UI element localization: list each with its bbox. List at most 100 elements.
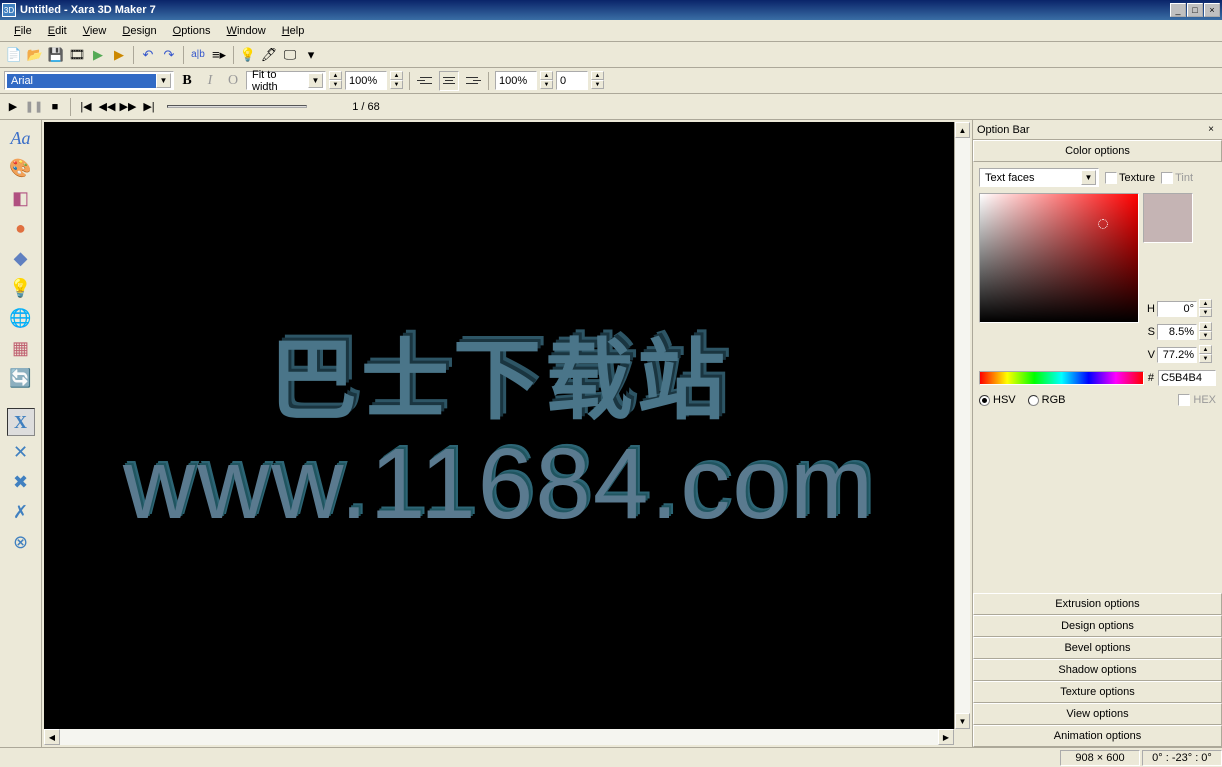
minimize-button[interactable]: _ — [1170, 3, 1186, 17]
menu-view[interactable]: View — [75, 23, 115, 39]
pause-button[interactable]: ❚❚ — [25, 98, 43, 116]
wand-button[interactable]: 🖊 — [259, 45, 279, 65]
zoom1-spinner[interactable]: ▲▼ — [390, 71, 403, 90]
export2-button[interactable]: ▶ — [109, 45, 129, 65]
section-design-options[interactable]: Design options — [973, 615, 1222, 637]
scroll-right-button[interactable]: ▶ — [938, 729, 954, 745]
bulb-button[interactable]: 💡 — [238, 45, 258, 65]
tool-rotate[interactable]: 🔄 — [7, 364, 35, 392]
menu-file[interactable]: File — [6, 23, 40, 39]
chevron-down-icon[interactable]: ▼ — [156, 73, 171, 88]
tool-cube[interactable]: ◧ — [7, 184, 35, 212]
scroll-track[interactable] — [955, 138, 970, 713]
h-spinner[interactable]: ▲▼ — [1199, 299, 1212, 318]
color-gradient-picker[interactable] — [979, 193, 1139, 323]
tool-x5[interactable]: ⊗ — [7, 528, 35, 556]
hue-slider[interactable] — [979, 371, 1144, 385]
dropdown-button[interactable]: ▾ — [301, 45, 321, 65]
separator — [409, 72, 410, 90]
align-left-button[interactable] — [416, 71, 436, 91]
menu-help[interactable]: Help — [274, 23, 313, 39]
close-button[interactable]: × — [1204, 3, 1220, 17]
s-input[interactable]: 8.5% — [1157, 324, 1197, 340]
last-frame-button[interactable]: ▶| — [140, 98, 158, 116]
tool-x2[interactable]: ✕ — [7, 438, 35, 466]
outline-button[interactable]: O — [223, 71, 243, 91]
section-bevel-options[interactable]: Bevel options — [973, 637, 1222, 659]
stop-button[interactable]: ■ — [46, 98, 64, 116]
v-input[interactable]: 77.2% — [1157, 347, 1197, 363]
tool-text[interactable]: Aa — [7, 124, 35, 152]
section-view-options[interactable]: View options — [973, 703, 1222, 725]
num1-spinner[interactable]: ▲▼ — [591, 71, 604, 90]
text-button[interactable]: a|b — [188, 45, 208, 65]
section-extrusion-options[interactable]: Extrusion options — [973, 593, 1222, 615]
tint-checkbox[interactable]: Tint — [1161, 172, 1193, 184]
tool-light[interactable]: 💡 — [7, 274, 35, 302]
chevron-down-icon[interactable]: ▼ — [1081, 170, 1096, 185]
v-spinner[interactable]: ▲▼ — [1199, 345, 1212, 364]
canvas[interactable]: 巴士下载站 www.11684.com — [44, 122, 954, 729]
fit-combo[interactable]: Fit to width ▼ — [246, 71, 326, 90]
menu-design[interactable]: Design — [114, 23, 164, 39]
panel-close-button[interactable]: × — [1204, 123, 1218, 137]
menu-window[interactable]: Window — [219, 23, 274, 39]
align-center-button[interactable] — [439, 71, 459, 91]
scroll-track[interactable] — [60, 729, 938, 745]
tool-x3[interactable]: ✖ — [7, 468, 35, 496]
export-button[interactable]: ▶ — [88, 45, 108, 65]
align-right-button[interactable] — [462, 71, 482, 91]
play-button[interactable]: ▶ — [4, 98, 22, 116]
tool-palette[interactable]: 🎨 — [7, 154, 35, 182]
list-icon: ≡▸ — [212, 47, 226, 63]
bold-button[interactable]: B — [177, 71, 197, 91]
timeline-slider[interactable] — [167, 97, 307, 117]
italic-button[interactable]: I — [200, 71, 220, 91]
tool-diamond[interactable]: ◆ — [7, 244, 35, 272]
horizontal-scrollbar[interactable]: ◀ ▶ — [44, 729, 970, 745]
fit-spinner[interactable]: ▲▼ — [329, 71, 342, 90]
tool-sphere[interactable]: ● — [7, 214, 35, 242]
vertical-scrollbar[interactable]: ▲ ▼ — [954, 122, 970, 729]
mode-rgb-radio[interactable]: RGB — [1028, 394, 1066, 406]
tool-x-axis[interactable]: X — [7, 408, 35, 436]
undo-button[interactable]: ↶ — [138, 45, 158, 65]
section-shadow-options[interactable]: Shadow options — [973, 659, 1222, 681]
menu-options[interactable]: Options — [165, 23, 219, 39]
mode-hex-checkbox[interactable]: HEX — [1178, 394, 1216, 406]
chevron-down-icon[interactable]: ▼ — [308, 73, 323, 88]
mode-hsv-radio[interactable]: HSV — [979, 394, 1016, 406]
texture-checkbox[interactable]: Texture — [1105, 172, 1155, 184]
scroll-down-button[interactable]: ▼ — [955, 713, 970, 729]
first-frame-button[interactable]: |◀ — [77, 98, 95, 116]
zoom2-input[interactable]: 100% — [495, 71, 537, 90]
redo-button[interactable]: ↷ — [159, 45, 179, 65]
color-target-combo[interactable]: Text faces ▼ — [979, 168, 1099, 187]
new-button[interactable]: 📄 — [4, 45, 24, 65]
hex-input[interactable]: C5B4B4 — [1158, 370, 1216, 386]
hex-hash-label: # — [1148, 372, 1154, 384]
next-frame-button[interactable]: ▶▶ — [119, 98, 137, 116]
screen-button[interactable]: 🖵 — [280, 45, 300, 65]
movie-button[interactable]: 🎞 — [67, 45, 87, 65]
props-button[interactable]: ≡▸ — [209, 45, 229, 65]
scroll-left-button[interactable]: ◀ — [44, 729, 60, 745]
tool-layers[interactable]: ▦ — [7, 334, 35, 362]
zoom2-spinner[interactable]: ▲▼ — [540, 71, 553, 90]
open-button[interactable]: 📂 — [25, 45, 45, 65]
num1-input[interactable]: 0 — [556, 71, 588, 90]
section-animation-options[interactable]: Animation options — [973, 725, 1222, 747]
section-color-options[interactable]: Color options — [973, 140, 1222, 162]
tool-globe[interactable]: 🌐 — [7, 304, 35, 332]
h-input[interactable]: 0° — [1157, 301, 1197, 317]
maximize-button[interactable]: □ — [1187, 3, 1203, 17]
s-spinner[interactable]: ▲▼ — [1199, 322, 1212, 341]
menu-edit[interactable]: Edit — [40, 23, 75, 39]
section-texture-options[interactable]: Texture options — [973, 681, 1222, 703]
zoom1-input[interactable]: 100% — [345, 71, 387, 90]
font-combo[interactable]: Arial ▼ — [4, 71, 174, 90]
scroll-up-button[interactable]: ▲ — [955, 122, 970, 138]
tool-x4[interactable]: ✗ — [7, 498, 35, 526]
prev-frame-button[interactable]: ◀◀ — [98, 98, 116, 116]
save-button[interactable]: 💾 — [46, 45, 66, 65]
